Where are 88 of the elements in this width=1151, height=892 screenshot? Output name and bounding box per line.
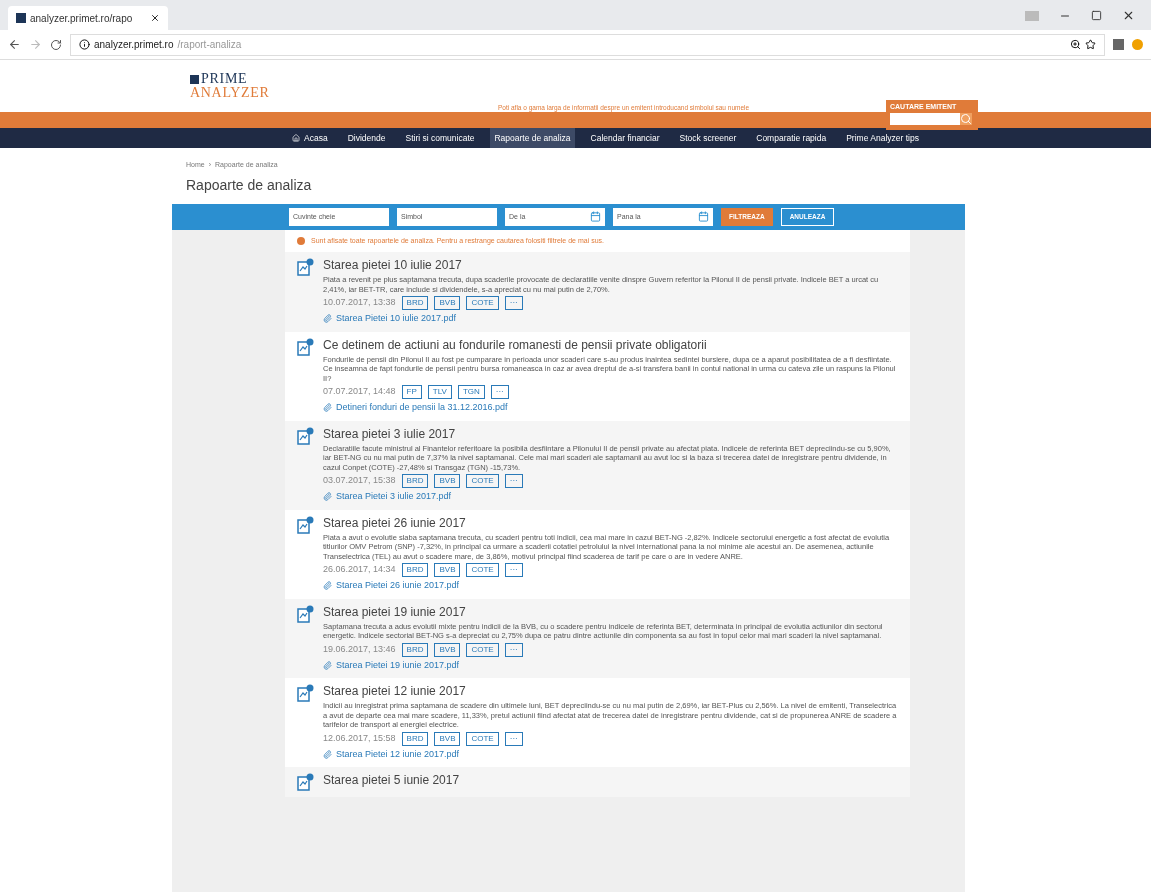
- page-title: Rapoarte de analiza: [186, 175, 313, 195]
- symbol-tag[interactable]: COTE: [466, 296, 499, 310]
- nav-item[interactable]: Acasa: [288, 128, 332, 148]
- nav-item[interactable]: Rapoarte de analiza: [490, 128, 575, 148]
- symbol-tag[interactable]: BVB: [434, 642, 461, 657]
- back-icon[interactable]: [8, 38, 21, 51]
- info-icon: [79, 39, 90, 50]
- symbol-tag[interactable]: BVB: [434, 474, 461, 488]
- symbol-tag[interactable]: TLV: [427, 385, 452, 399]
- symbol-tag[interactable]: ···: [504, 563, 523, 577]
- report-title[interactable]: Starea pietei 12 iunie 2017: [323, 684, 898, 699]
- report-title[interactable]: Starea pietei 10 iulie 2017: [323, 258, 898, 273]
- report-title[interactable]: Starea pietei 19 iunie 2017: [323, 604, 898, 620]
- symbol-tag[interactable]: COTE: [466, 474, 499, 488]
- report-title[interactable]: Starea pietei 3 iulie 2017: [323, 426, 898, 442]
- search-icon[interactable]: [960, 113, 972, 125]
- report-date: 07.07.2017, 14:48: [323, 385, 396, 399]
- pdf-link[interactable]: Detineri fonduri de pensii la 31.12.2016.pdf: [336, 401, 508, 415]
- forward-icon[interactable]: [29, 38, 42, 51]
- extension-icon[interactable]: [1132, 39, 1143, 50]
- symbol-tag[interactable]: TGN: [457, 385, 485, 399]
- home-icon: [292, 134, 301, 142]
- nav-item[interactable]: Stock screener: [675, 128, 741, 148]
- symbol-tag[interactable]: ···: [504, 731, 523, 746]
- report-date: 19.06.2017, 13:46: [323, 642, 396, 656]
- close-icon[interactable]: [150, 13, 160, 23]
- report-date: 10.07.2017, 13:38: [323, 296, 396, 310]
- attachment-icon: [323, 581, 332, 591]
- report-title[interactable]: Starea pietei 26 iunie 2017: [323, 515, 898, 531]
- pdf-link[interactable]: Starea Pietei 19 iunie 2017.pdf: [336, 658, 460, 672]
- favicon-icon: [16, 13, 26, 23]
- report-icon: [297, 426, 315, 445]
- report-date: 12.06.2017, 15:58: [323, 731, 396, 745]
- calendar-icon[interactable]: [698, 207, 713, 226]
- symbol-tag[interactable]: ···: [504, 296, 523, 310]
- calendar-icon[interactable]: [590, 207, 605, 226]
- pdf-link[interactable]: Starea Pietei 26 iunie 2017.pdf: [336, 579, 460, 593]
- nav-item[interactable]: Prime Analyzer tips: [842, 128, 923, 148]
- attachment-icon: [323, 749, 332, 759]
- nav-item[interactable]: Comparatie rapida: [752, 128, 831, 148]
- symbol-tag[interactable]: COTE: [466, 731, 499, 746]
- browser-tab[interactable]: analyzer.primet.ro/rapo: [8, 6, 168, 30]
- attachment-icon: [323, 492, 332, 502]
- symbol-tag[interactable]: BVB: [434, 731, 461, 746]
- symbol-tag[interactable]: COTE: [466, 642, 499, 657]
- report-icon: [297, 515, 315, 534]
- issuer-search-field[interactable]: [890, 113, 960, 125]
- symbol-tag[interactable]: BRD: [401, 474, 429, 488]
- symbol-tag[interactable]: ···: [490, 385, 509, 399]
- report-icon: [297, 258, 315, 276]
- attachment-icon: [323, 403, 332, 413]
- symbol-tag[interactable]: FP: [401, 385, 422, 399]
- symbol-tag[interactable]: BRD: [401, 563, 429, 577]
- nav-item[interactable]: Stiri si comunicate: [401, 128, 479, 148]
- symbol-tag[interactable]: BRD: [401, 642, 429, 657]
- symbol-tag[interactable]: BVB: [434, 296, 461, 310]
- logo[interactable]: PRIME ANALYZER: [190, 72, 270, 100]
- tab-title: analyzer.primet.ro/rapo: [30, 11, 133, 26]
- symbol-tag[interactable]: ···: [504, 642, 523, 657]
- zoom-icon[interactable]: [1070, 39, 1081, 50]
- reload-icon[interactable]: [50, 38, 62, 51]
- symbol-tag[interactable]: BRD: [401, 731, 429, 746]
- symbol-tag[interactable]: ···: [504, 474, 523, 488]
- report-date: 03.07.2017, 15:38: [323, 474, 396, 488]
- url-path: /raport-analiza: [177, 38, 242, 52]
- symbol-tag[interactable]: BVB: [434, 563, 461, 577]
- report-icon: [297, 337, 315, 356]
- attachment-icon: [323, 314, 332, 324]
- close-icon[interactable]: [1122, 9, 1135, 22]
- maximize-icon[interactable]: [1091, 10, 1102, 21]
- report-icon: [297, 604, 315, 623]
- report-icon: [297, 773, 315, 791]
- attachment-icon: [323, 660, 332, 670]
- report-icon: [297, 684, 315, 702]
- report-date: 26.06.2017, 14:34: [323, 563, 396, 577]
- pdf-link[interactable]: Starea Pietei 12 iunie 2017.pdf: [336, 747, 460, 761]
- bookmark-icon[interactable]: [1085, 39, 1096, 50]
- pdf-link[interactable]: Starea Pietei 10 iulie 2017.pdf: [336, 312, 457, 326]
- pdf-link[interactable]: Starea Pietei 3 iulie 2017.pdf: [336, 490, 452, 504]
- address-bar[interactable]: analyzer.primet.ro /raport-analiza: [70, 33, 1105, 56]
- url-host: analyzer.primet.ro: [94, 38, 174, 52]
- symbol-tag[interactable]: BRD: [401, 296, 429, 310]
- symbol-tag[interactable]: COTE: [466, 563, 499, 577]
- info-icon: [297, 236, 305, 245]
- nav-item[interactable]: Calendar financiar: [586, 128, 664, 148]
- report-title[interactable]: Starea pietei 5 iunie 2017: [323, 773, 460, 788]
- report-title[interactable]: Ce detinem de actiuni au fondurile romanesti de pensii private obligatorii: [323, 337, 898, 353]
- nav-item[interactable]: Dividende: [343, 128, 390, 148]
